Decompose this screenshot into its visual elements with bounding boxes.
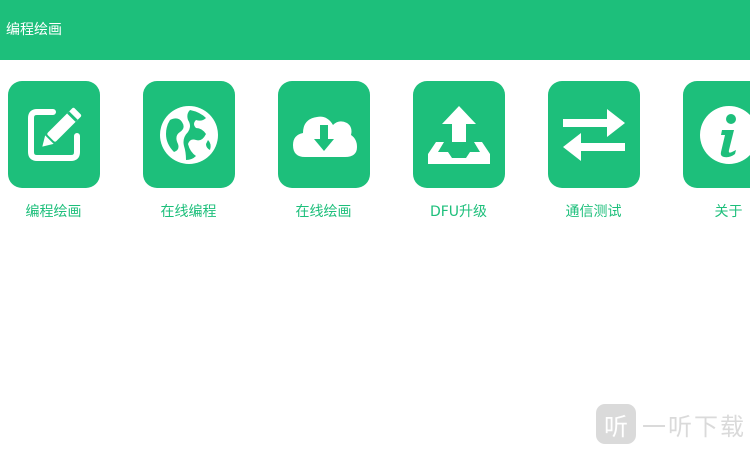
- tile-icon-box[interactable]: [7, 81, 100, 188]
- tile-online-programming[interactable]: 在线编程: [121, 81, 256, 231]
- watermark-text: 一听下载: [642, 412, 746, 441]
- watermark-logo: 听: [596, 404, 636, 444]
- tile-online-drawing[interactable]: 在线绘画: [256, 81, 391, 231]
- tile-label: 编程绘画: [25, 204, 82, 220]
- tile-communication-test[interactable]: 通信测试: [526, 81, 661, 231]
- swap-arrows-icon: [562, 108, 625, 161]
- tile-icon-box[interactable]: [277, 81, 370, 188]
- info-icon: [699, 105, 750, 164]
- tile-label: 通信测试: [565, 204, 622, 220]
- tile-dfu-upgrade[interactable]: DFU升级: [391, 81, 526, 231]
- tile-icon-box[interactable]: [142, 81, 235, 188]
- tile-icon-box[interactable]: [682, 81, 750, 188]
- tile-programming-drawing[interactable]: 编程绘画: [0, 81, 121, 231]
- tile-label: 在线编程: [160, 204, 217, 220]
- tile-about[interactable]: 关于: [661, 81, 750, 231]
- pencil-edit-icon: [27, 107, 81, 161]
- tile-label: DFU升级: [429, 204, 488, 220]
- app-title: 编程绘画: [6, 22, 62, 38]
- tile-label: 关于: [714, 204, 743, 220]
- tile-icon-box[interactable]: [547, 81, 640, 188]
- upload-tray-icon: [427, 105, 490, 164]
- watermark: 听 一听下载: [596, 404, 746, 444]
- globe-icon: [159, 105, 218, 164]
- cloud-download-icon: [292, 116, 357, 157]
- tile-icon-box[interactable]: [412, 81, 505, 188]
- app-bar: 编程绘画: [0, 0, 750, 60]
- tile-label: 在线绘画: [295, 204, 352, 220]
